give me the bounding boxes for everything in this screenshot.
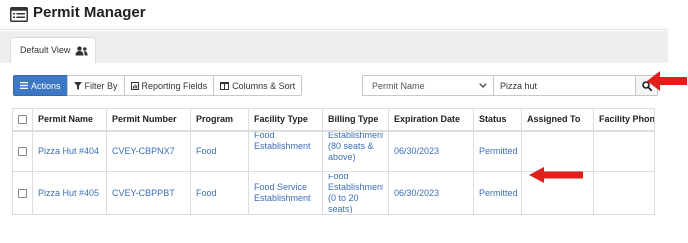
filter-by-label: Filter By [84,80,118,91]
facility-type-cell: Food Establishment [248,130,323,172]
billing-type-text: Food Establishment (0 to 20 seats) [328,173,383,213]
select-all-checkbox[interactable] [18,115,27,125]
status-cell: Permitted [473,130,522,172]
expiration-date-cell: 06/30/2023 [388,130,474,172]
permit-number-link[interactable]: CVEY-CBPPBT [106,171,191,215]
actions-label: Actions [31,80,61,91]
columns-sort-label: Columns & Sort [232,80,296,91]
tab-label: Default View [20,45,71,55]
permit-name-link[interactable]: Pizza Hut #405 [32,171,107,215]
chevron-down-icon [479,83,487,88]
row-checkbox-cell [12,171,33,215]
facility-type-text: Food Service Establishment [254,182,311,203]
column-header[interactable]: Status [473,108,522,132]
select-all-checkbox-cell [12,108,33,132]
facility-phone-cell [593,171,655,215]
table-header-row: Permit Name Permit Number Program Facili… [12,108,655,132]
column-header[interactable]: Billing Type [322,108,389,132]
report-icon [130,81,139,90]
page-title: Permit Manager [33,4,146,21]
columns-sort-button[interactable]: Columns & Sort [213,75,303,96]
column-header[interactable]: Expiration Date [388,108,474,132]
search-field-value: Permit Name [372,80,425,91]
permit-name-link[interactable]: Pizza Hut #404 [32,130,107,172]
toolbar: Actions Filter By Reporting Fields Colum… [13,75,303,96]
facility-type-text: Food Establishment [254,130,311,151]
facility-type-cell: Food Service Establishment [248,171,323,215]
billing-type-cell: Food Establishment (0 to 20 seats) [322,171,389,215]
column-header[interactable]: Facility Phone [593,108,655,132]
annotation-arrow-status [529,167,583,183]
status-cell: Permitted [473,171,522,215]
billing-type-cell: Establishment (80 seats & above) [322,130,389,172]
expiration-date-cell: 06/30/2023 [388,171,474,215]
columns-icon [220,81,230,90]
reporting-fields-label: Reporting Fields [141,80,208,91]
filter-by-button[interactable]: Filter By [66,75,125,96]
column-header[interactable]: Program [190,108,249,132]
facility-phone-cell [593,130,655,172]
title-bar: Permit Manager [0,0,668,30]
program-cell: Food [190,171,249,215]
row-checkbox[interactable] [18,188,27,198]
actions-button[interactable]: Actions [13,75,68,96]
row-checkbox[interactable] [18,146,27,156]
program-cell: Food [190,130,249,172]
menu-icon [20,82,28,89]
row-checkbox-cell [12,130,33,172]
list-window-icon [10,7,28,22]
users-icon [75,46,88,56]
column-header[interactable]: Facility Type [248,108,323,132]
search-field-select[interactable]: Permit Name [362,75,494,96]
search-group: Permit Name [362,75,658,96]
permits-table: Permit Name Permit Number Program Facili… [12,108,655,215]
column-header[interactable]: Permit Number [106,108,191,132]
column-header[interactable]: Assigned To [521,108,594,132]
column-header[interactable]: Permit Name [32,108,107,132]
filter-icon [73,81,82,90]
billing-type-text: Establishment (80 seats & above) [328,130,383,162]
search-input[interactable] [494,75,636,96]
tab-default-view[interactable]: Default View [10,37,96,63]
reporting-fields-button[interactable]: Reporting Fields [123,75,215,96]
annotation-arrow-search [647,71,687,91]
permit-number-link[interactable]: CVEY-CBPNX7 [106,130,191,172]
